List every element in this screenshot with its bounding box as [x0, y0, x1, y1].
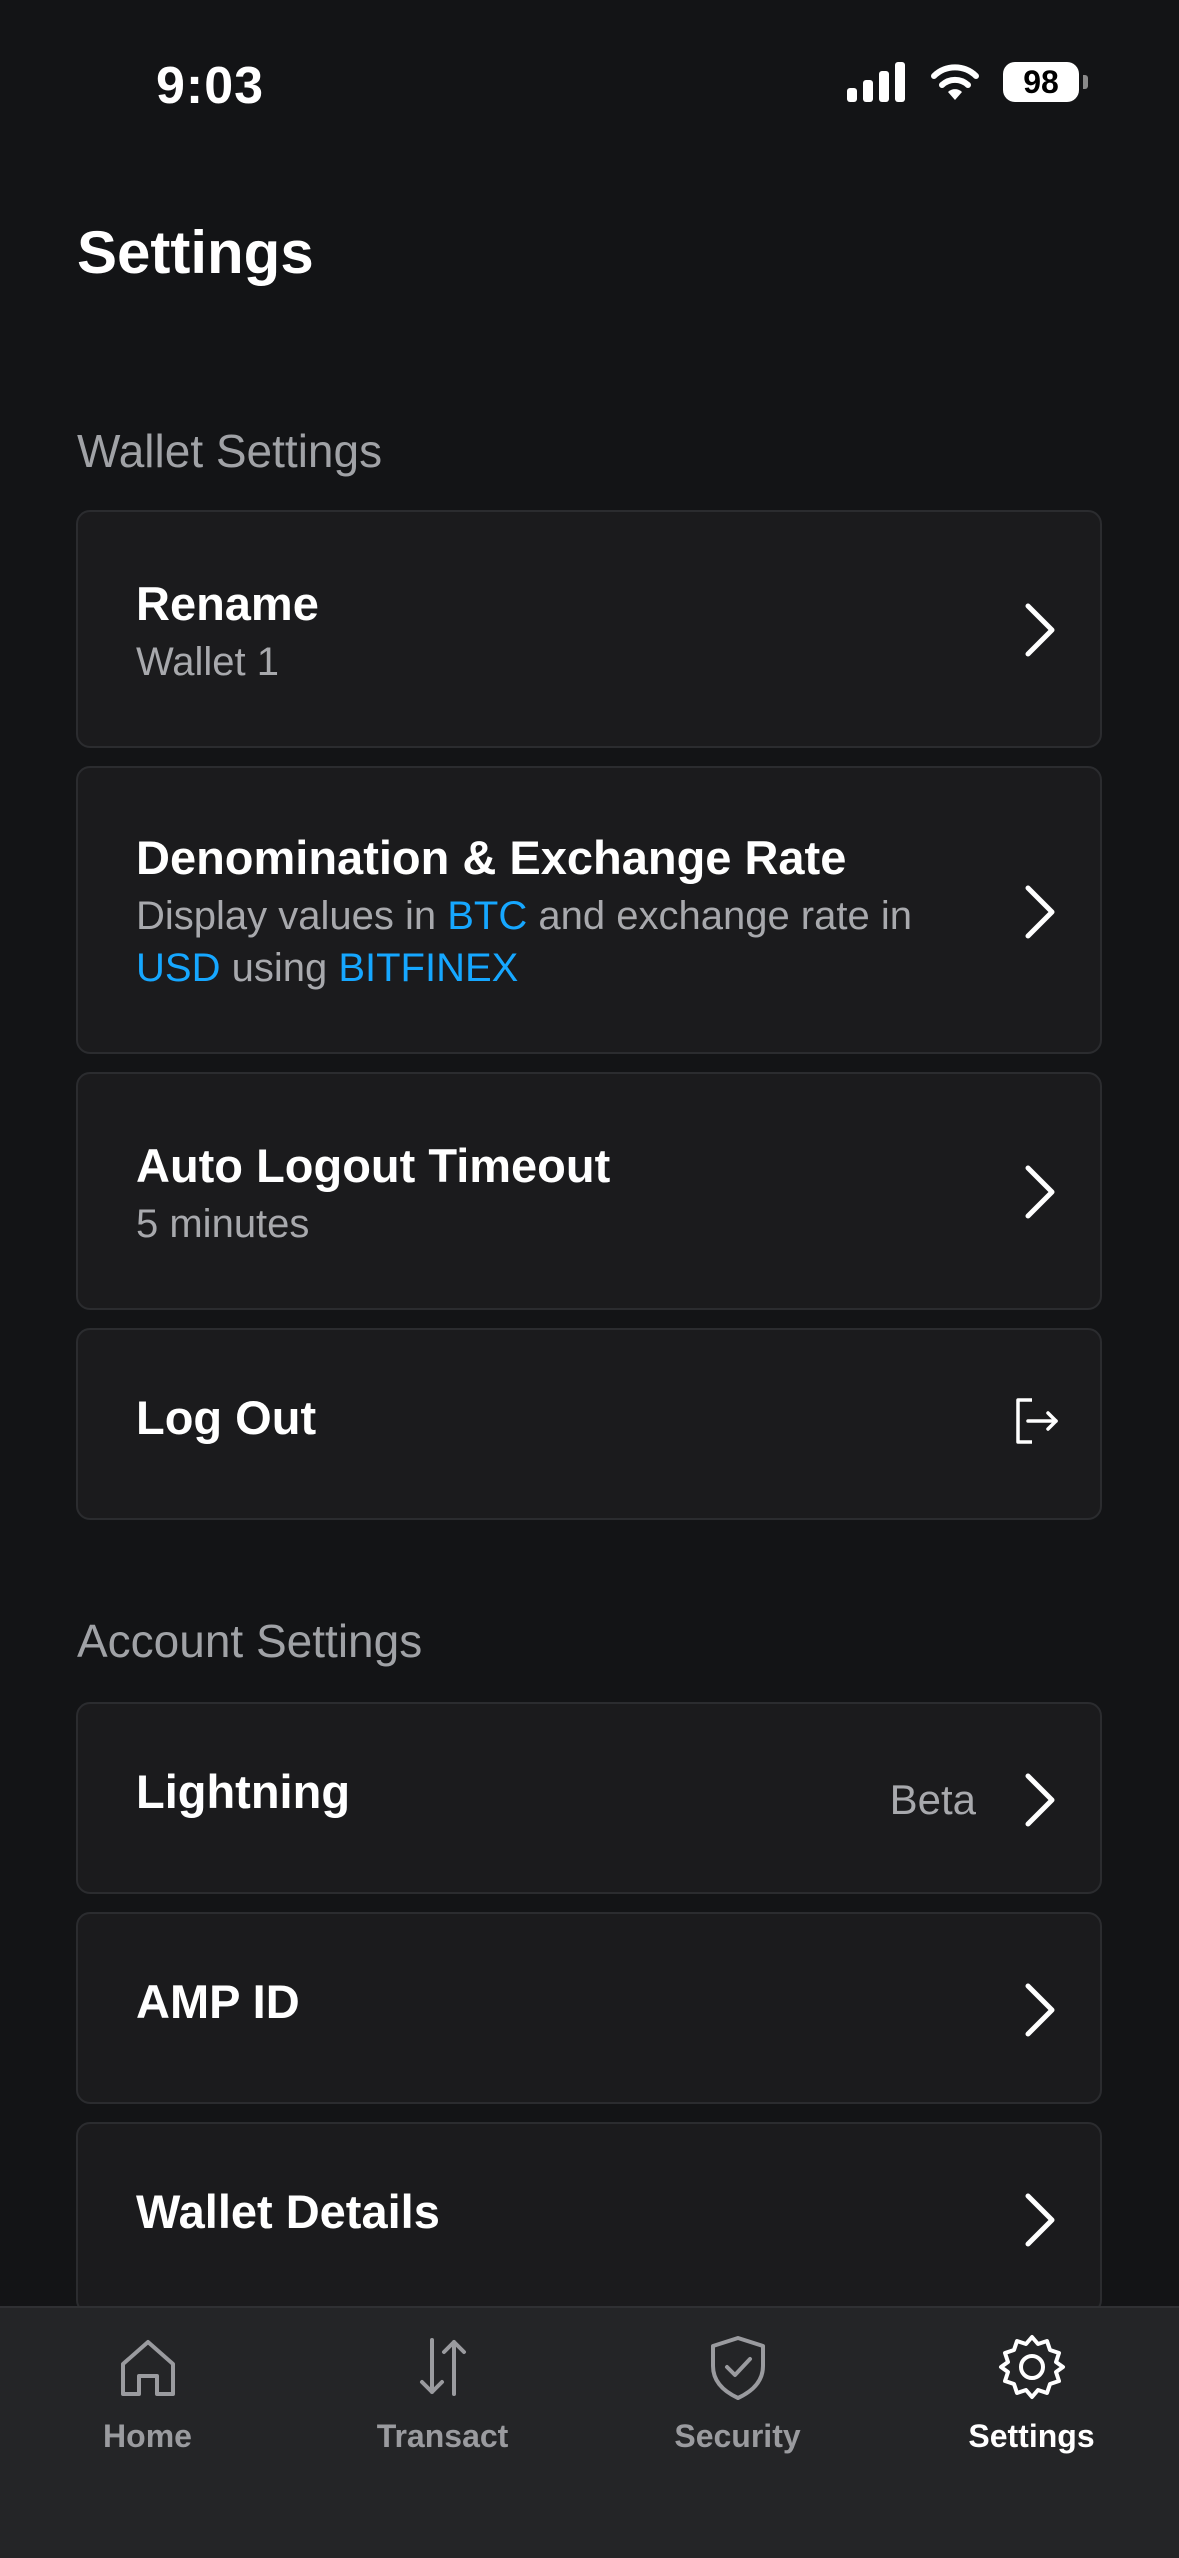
denomination-text-1: Display values in [136, 894, 448, 938]
chevron-right-icon [1025, 1165, 1055, 1219]
denomination-description: Display values in BTC and exchange rate … [136, 890, 996, 994]
tab-settings[interactable]: Settings [884, 2308, 1179, 2508]
currency-value: BTC [447, 894, 528, 938]
tab-home-label: Home [103, 2418, 192, 2454]
beta-badge: Beta [889, 1776, 976, 1823]
denomination-row[interactable]: Denomination & Exchange Rate Display val… [76, 766, 1102, 1054]
status-icons: 98 [847, 62, 1088, 102]
tab-transact[interactable]: Transact [295, 2308, 590, 2508]
logout-row[interactable]: Log Out [76, 1328, 1102, 1520]
status-time: 9:03 [156, 57, 265, 115]
tab-security-label: Security [674, 2418, 801, 2454]
denomination-title: Denomination & Exchange Rate [136, 831, 847, 884]
wifi-icon [931, 64, 979, 100]
amp-id-row[interactable]: AMP ID [76, 1912, 1102, 2104]
wallet-details-row[interactable]: Wallet Details [76, 2122, 1102, 2314]
lightning-title: Lightning [136, 1765, 351, 1818]
denomination-text-2: and exchange rate in [527, 894, 912, 938]
denomination-text-3: using [220, 946, 339, 990]
page-title: Settings [77, 219, 314, 286]
tab-transact-label: Transact [376, 2418, 509, 2454]
rename-value: Wallet 1 [136, 640, 280, 684]
tab-security[interactable]: Security [590, 2308, 885, 2508]
shield-icon [710, 2336, 765, 2400]
gear-icon [998, 2335, 1065, 2399]
wallet-details-title: Wallet Details [136, 2185, 440, 2238]
logout-icon [1016, 1398, 1058, 1444]
chevron-right-icon [1025, 1983, 1055, 2037]
amp-id-title: AMP ID [136, 1975, 300, 2028]
auto-logout-row[interactable]: Auto Logout Timeout 5 minutes [76, 1072, 1102, 1310]
chevron-right-icon [1025, 603, 1055, 657]
transact-icon [419, 2338, 466, 2396]
chevron-right-icon [1025, 1773, 1055, 1827]
account-settings-heading: Account Settings [77, 1615, 423, 1667]
home-icon [120, 2340, 175, 2396]
signal-icon [847, 62, 905, 102]
fiat-value: USD [136, 946, 221, 990]
tab-home[interactable]: Home [0, 2308, 295, 2508]
auto-logout-value: 5 minutes [136, 1202, 310, 1246]
logout-title: Log Out [136, 1391, 317, 1444]
auto-logout-title: Auto Logout Timeout [136, 1139, 611, 1192]
exchange-source-value: BITFINEX [338, 946, 519, 990]
chevron-right-icon [1025, 885, 1055, 939]
battery-indicator: 98 [1003, 62, 1088, 102]
tab-bar: Home Transact Security Settings [0, 2306, 1179, 2558]
rename-row[interactable]: Rename Wallet 1 [76, 510, 1102, 748]
status-bar: 9:03 98 [0, 0, 1179, 170]
rename-title: Rename [136, 577, 319, 630]
lightning-row[interactable]: Lightning Beta [76, 1702, 1102, 1894]
tab-settings-label: Settings [968, 2418, 1095, 2454]
wallet-settings-heading: Wallet Settings [77, 425, 383, 477]
chevron-right-icon [1025, 2193, 1055, 2247]
